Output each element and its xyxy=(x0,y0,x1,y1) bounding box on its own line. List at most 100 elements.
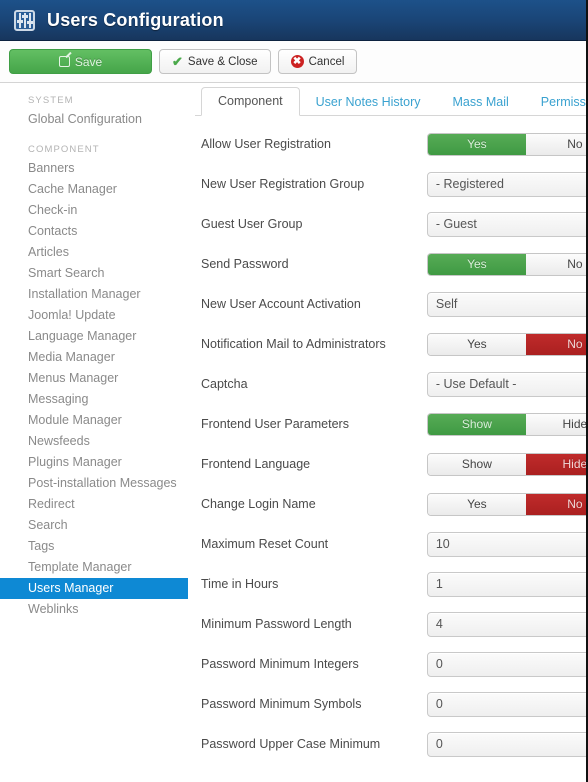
form-row-minimum-password-length: Minimum Password Length 4 xyxy=(195,604,586,644)
sidebar-item-tags[interactable]: Tags xyxy=(0,536,190,557)
select-time-in-hours[interactable]: 1 xyxy=(426,571,586,597)
field-label-frontend-language: Frontend Language xyxy=(201,457,311,471)
sidebar-item-weblinks[interactable]: Weblinks xyxy=(0,599,190,620)
field-label-time-in-hours: Time in Hours xyxy=(201,577,279,591)
select-value-guest-user-group: - Guest xyxy=(435,217,477,231)
sidebar-item-contacts[interactable]: Contacts xyxy=(0,221,190,242)
sidebar-item-global-configuration[interactable]: Global Configuration xyxy=(0,109,190,130)
toggle-frontend-language[interactable]: Show Hide xyxy=(426,452,586,476)
save-close-button-label: Save & Close xyxy=(187,55,258,68)
field-control-allow-user-registration: Yes No xyxy=(426,132,586,156)
sidebar-item-search[interactable]: Search xyxy=(0,515,190,536)
tab-permissions[interactable]: Permissions xyxy=(525,89,586,116)
sidebar-item-plugins-manager[interactable]: Plugins Manager xyxy=(0,452,190,473)
cancel-button-label: Cancel xyxy=(308,55,345,68)
select-guest-user-group[interactable]: - Guest xyxy=(426,211,586,237)
sidebar-item-users-manager[interactable]: Users Manager xyxy=(0,578,188,599)
save-close-button[interactable]: ✔ Save & Close xyxy=(159,49,271,74)
sidebar-item-newsfeeds[interactable]: Newsfeeds xyxy=(0,431,190,452)
toggle-option-frontend-language-show[interactable]: Show xyxy=(427,453,526,475)
sidebar-item-media-manager[interactable]: Media Manager xyxy=(0,347,190,368)
sidebar: SYSTEM Global Configuration COMPONENT Ba… xyxy=(0,83,190,782)
select-value-password-upper-case-minimum: 0 xyxy=(435,737,443,751)
sidebar-item-articles[interactable]: Articles xyxy=(0,242,190,263)
form-row-frontend-language: Frontend Language Show Hide xyxy=(195,444,586,484)
toggle-option-send-password-no[interactable]: No xyxy=(525,253,586,275)
field-label-password-minimum-symbols: Password Minimum Symbols xyxy=(201,697,362,711)
tab-bar: Component User Notes History Mass Mail Perm… xyxy=(195,83,586,116)
field-control-change-login-name: Yes No xyxy=(426,492,586,516)
sliders-icon xyxy=(14,9,35,31)
toggle-option-change-login-name-no[interactable]: No xyxy=(525,493,586,515)
field-label-minimum-password-length: Minimum Password Length xyxy=(201,617,352,631)
sidebar-item-banners[interactable]: Banners xyxy=(0,158,190,179)
field-control-maximum-reset-count: 10 xyxy=(426,531,586,557)
tab-component[interactable]: Component xyxy=(201,87,300,116)
cancel-button[interactable]: ✖ Cancel xyxy=(277,49,358,74)
toggle-change-login-name[interactable]: Yes No xyxy=(426,492,586,516)
select-value-maximum-reset-count: 10 xyxy=(435,537,450,551)
select-new-user-registration-group[interactable]: - Registered xyxy=(426,171,586,197)
toggle-frontend-user-parameters[interactable]: Show Hide xyxy=(426,412,586,436)
select-password-minimum-integers[interactable]: 0 xyxy=(426,651,586,677)
field-label-frontend-user-parameters: Frontend User Parameters xyxy=(201,417,349,431)
field-label-new-user-registration-group: New User Registration Group xyxy=(201,177,365,191)
select-value-new-user-registration-group: - Registered xyxy=(435,177,504,191)
sidebar-item-cache-manager[interactable]: Cache Manager xyxy=(0,179,190,200)
toggle-allow-user-registration[interactable]: Yes No xyxy=(426,132,586,156)
select-captcha[interactable]: - Use Default - xyxy=(426,371,586,397)
check-icon: ✔ xyxy=(172,54,183,69)
app-window: Users Configuration Save ✔ Save & Close … xyxy=(0,0,588,782)
toggle-option-allow-user-registration-no[interactable]: No xyxy=(525,133,586,155)
toggle-option-notification-mail-to-administrators-yes[interactable]: Yes xyxy=(427,333,526,355)
sidebar-item-language-manager[interactable]: Language Manager xyxy=(0,326,190,347)
field-label-allow-user-registration: Allow User Registration xyxy=(201,137,331,151)
sidebar-item-messaging[interactable]: Messaging xyxy=(0,389,190,410)
sidebar-item-installation-manager[interactable]: Installation Manager xyxy=(0,284,190,305)
sidebar-item-redirect[interactable]: Redirect xyxy=(0,494,190,515)
select-value-time-in-hours: 1 xyxy=(435,577,443,591)
form-row-new-user-account-activation: New User Account Activation Self xyxy=(195,284,586,324)
sidebar-item-joomla-update[interactable]: Joomla! Update xyxy=(0,305,190,326)
toggle-option-change-login-name-yes[interactable]: Yes xyxy=(427,493,526,515)
form-row-frontend-user-parameters: Frontend User Parameters Show Hide xyxy=(195,404,586,444)
toolbar: Save ✔ Save & Close ✖ Cancel xyxy=(0,41,586,83)
select-minimum-password-length[interactable]: 4 xyxy=(426,611,586,637)
sidebar-item-menus-manager[interactable]: Menus Manager xyxy=(0,368,190,389)
tab-user-notes-history[interactable]: User Notes History xyxy=(300,89,437,116)
select-password-upper-case-minimum[interactable]: 0 xyxy=(426,731,586,757)
field-control-captcha: - Use Default - xyxy=(426,371,586,397)
sidebar-item-module-manager[interactable]: Module Manager xyxy=(0,410,190,431)
toggle-notification-mail-to-administrators[interactable]: Yes No xyxy=(426,332,586,356)
field-control-minimum-password-length: 4 xyxy=(426,611,586,637)
form-row-guest-user-group: Guest User Group - Guest xyxy=(195,204,586,244)
page-header: Users Configuration xyxy=(0,0,586,41)
field-control-frontend-user-parameters: Show Hide xyxy=(426,412,586,436)
toggle-option-frontend-user-parameters-show[interactable]: Show xyxy=(427,413,526,435)
select-value-password-minimum-symbols: 0 xyxy=(435,697,443,711)
toggle-send-password[interactable]: Yes No xyxy=(426,252,586,276)
toggle-option-send-password-yes[interactable]: Yes xyxy=(427,253,526,275)
sidebar-item-check-in[interactable]: Check-in xyxy=(0,200,190,221)
select-new-user-account-activation[interactable]: Self xyxy=(426,291,586,317)
sidebar-item-post-installation-messages[interactable]: Post-installation Messages xyxy=(0,473,190,494)
select-password-minimum-symbols[interactable]: 0 xyxy=(426,691,586,717)
save-button[interactable]: Save xyxy=(9,49,152,74)
toggle-option-frontend-language-hide[interactable]: Hide xyxy=(525,453,586,475)
sidebar-item-smart-search[interactable]: Smart Search xyxy=(0,263,190,284)
tab-mass-mail[interactable]: Mass Mail xyxy=(437,89,525,116)
field-control-new-user-registration-group: - Registered xyxy=(426,171,586,197)
form-row-captcha: Captcha - Use Default - xyxy=(195,364,586,404)
field-control-password-upper-case-minimum: 0 xyxy=(426,731,586,757)
toggle-option-frontend-user-parameters-hide[interactable]: Hide xyxy=(525,413,586,435)
field-control-notification-mail-to-administrators: Yes No xyxy=(426,332,586,356)
select-value-password-minimum-integers: 0 xyxy=(435,657,443,671)
close-icon: ✖ xyxy=(290,55,304,68)
sidebar-item-template-manager[interactable]: Template Manager xyxy=(0,557,190,578)
select-maximum-reset-count[interactable]: 10 xyxy=(426,531,586,557)
form-row-time-in-hours: Time in Hours 1 xyxy=(195,564,586,604)
toggle-option-notification-mail-to-administrators-no[interactable]: No xyxy=(525,333,586,355)
toggle-option-allow-user-registration-yes[interactable]: Yes xyxy=(427,133,526,155)
body: SYSTEM Global Configuration COMPONENT Ba… xyxy=(0,83,586,782)
